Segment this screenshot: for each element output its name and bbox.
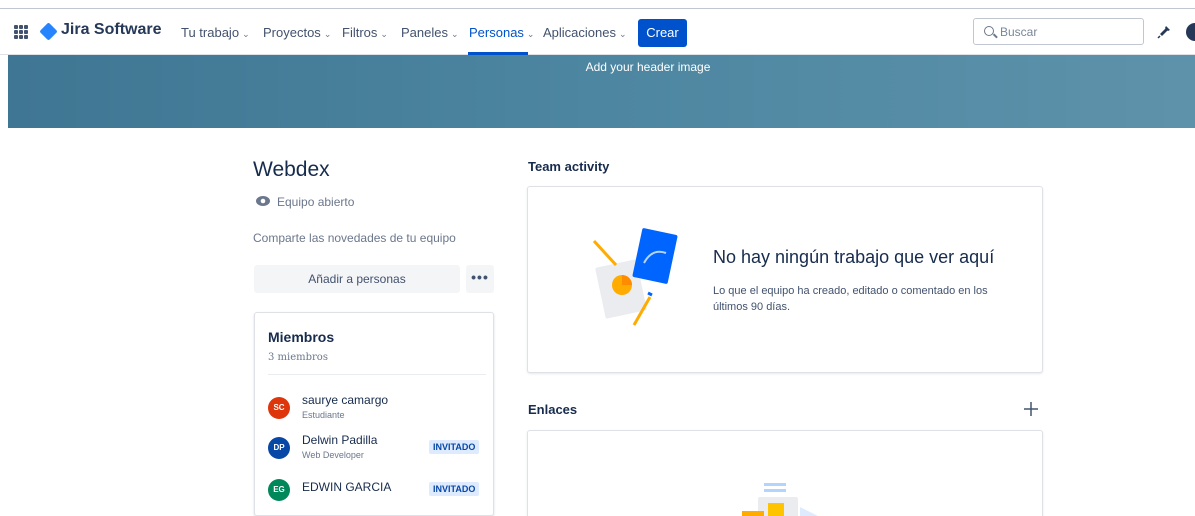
team-activity-card: No hay ningún trabajo que ver aquí Lo qu… xyxy=(527,186,1043,373)
empty-state-illustration xyxy=(592,228,678,326)
nav-item-filters[interactable]: Filtros ⌄ xyxy=(342,25,388,40)
members-card: Miembros 3 miembros SC saurye camargo Es… xyxy=(254,312,494,516)
chevron-down-icon: ⌄ xyxy=(450,29,459,39)
add-people-button[interactable]: Añadir a personas xyxy=(254,265,460,293)
nav-item-label: Aplicaciones xyxy=(543,25,616,40)
profile-avatar[interactable] xyxy=(1186,23,1195,41)
chevron-down-icon: ⌄ xyxy=(380,29,388,39)
member-item[interactable]: EG EDWIN GARCIA INVITADO xyxy=(268,475,488,509)
nav-item-your-work[interactable]: Tu trabajo ⌄ xyxy=(181,25,250,40)
team-description-field[interactable]: Comparte las novedades de tu equipo xyxy=(253,231,456,245)
nav-item-projects[interactable]: Proyectos ⌄ xyxy=(263,25,331,40)
jira-logo-icon[interactable] xyxy=(39,22,58,41)
chevron-down-icon: ⌄ xyxy=(242,29,250,39)
nav-item-apps[interactable]: Aplicaciones ⌄ xyxy=(543,25,627,40)
links-card xyxy=(527,430,1043,516)
search-input[interactable] xyxy=(1000,22,1135,42)
nav-item-label: Proyectos xyxy=(263,25,321,40)
links-illustration xyxy=(742,483,818,516)
product-name[interactable]: Jira Software xyxy=(61,21,161,39)
chevron-down-icon: ⌄ xyxy=(619,29,627,39)
member-name[interactable]: saurye camargo xyxy=(302,393,388,407)
eye-icon xyxy=(256,196,270,206)
member-item[interactable]: SC saurye camargo Estudiante xyxy=(268,393,488,427)
nav-item-label: Filtros xyxy=(342,25,378,40)
chevron-down-icon: ⌄ xyxy=(323,29,332,39)
add-header-image-link[interactable]: Add your header image xyxy=(8,60,1195,74)
empty-state-description: Lo que el equipo ha creado, editado o co… xyxy=(713,285,988,313)
status-badge: INVITADO xyxy=(429,440,480,454)
notification-icon[interactable] xyxy=(1157,25,1171,39)
nav-item-people[interactable]: Personas ⌄ xyxy=(469,25,534,40)
members-count: 3 miembros xyxy=(268,352,328,363)
team-activity-title: Team activity xyxy=(528,159,610,174)
team-type: Equipo abierto xyxy=(277,195,355,209)
nav-item-label: Tu trabajo xyxy=(181,25,240,40)
status-badge: INVITADO xyxy=(429,482,480,496)
avatar: SC xyxy=(268,397,290,419)
member-item[interactable]: DP Delwin Padilla Web Developer INVITADO xyxy=(268,433,488,467)
nav-item-label: Paneles xyxy=(401,25,448,40)
team-name[interactable]: Webdex xyxy=(253,158,330,182)
nav-item-label: Personas xyxy=(469,25,524,40)
member-role: Estudiante xyxy=(302,410,345,420)
search-icon xyxy=(984,26,994,36)
create-button[interactable]: Crear xyxy=(638,19,687,47)
avatar: DP xyxy=(268,437,290,459)
top-navigation: Jira Software Tu trabajo ⌄ Proyectos ⌄ Fil… xyxy=(0,8,1195,55)
search-box[interactable] xyxy=(973,18,1144,45)
avatar: EG xyxy=(268,479,290,501)
empty-state-title: No hay ningún trabajo que ver aquí xyxy=(713,247,995,267)
plus-icon[interactable] xyxy=(1022,400,1040,418)
member-role: Web Developer xyxy=(302,450,364,460)
chevron-down-icon: ⌄ xyxy=(526,29,535,39)
app-switcher-icon[interactable] xyxy=(14,25,28,39)
divider xyxy=(268,374,486,375)
links-title: Enlaces xyxy=(528,402,578,417)
header-banner[interactable]: Add your header image xyxy=(8,55,1195,128)
members-title: Miembros xyxy=(268,329,335,345)
more-actions-button[interactable]: ••• xyxy=(466,265,494,293)
nav-item-dashboards[interactable]: Paneles ⌄ xyxy=(401,25,459,40)
member-name[interactable]: Delwin Padilla xyxy=(302,433,377,447)
member-name[interactable]: EDWIN GARCIA xyxy=(302,480,391,494)
